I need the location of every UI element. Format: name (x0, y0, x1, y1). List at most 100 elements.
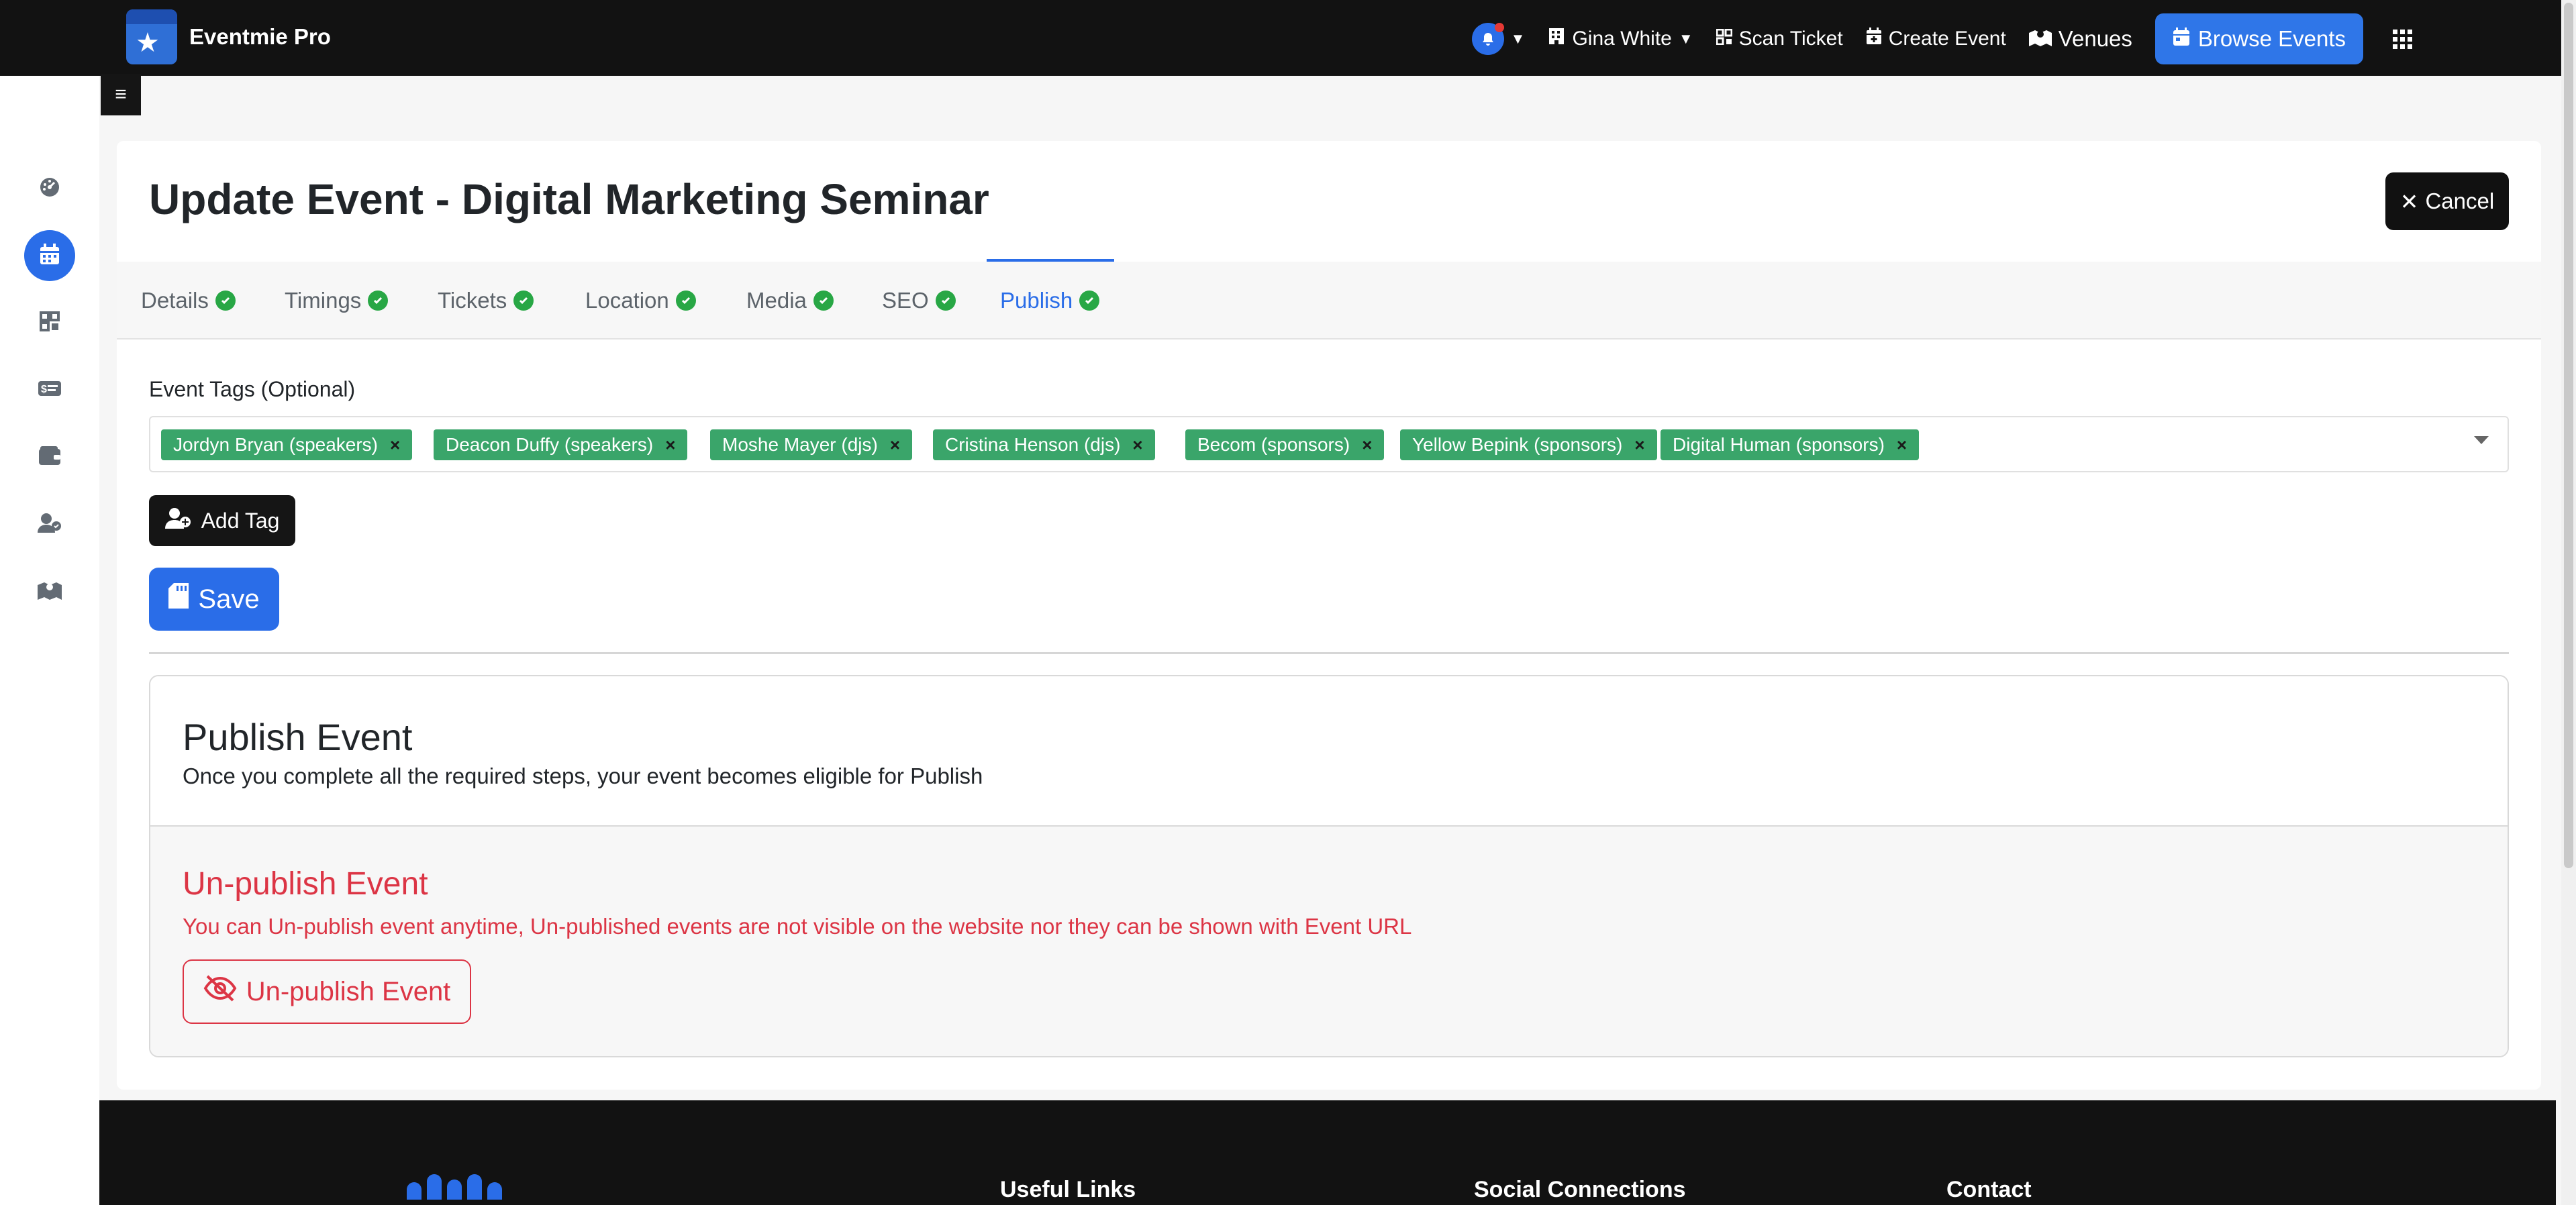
brand-name: Eventmie Pro (189, 24, 331, 49)
unpublish-title: Un-publish Event (183, 866, 428, 902)
building-icon (1548, 27, 1565, 51)
create-event-label: Create Event (1888, 28, 2006, 50)
sidebar-toggle-button[interactable]: ≡ (101, 74, 141, 115)
venues-label: Venues (2058, 26, 2132, 51)
sidebar-item-scan[interactable] (24, 297, 75, 348)
check-circle-icon (368, 291, 389, 311)
tag-chip: Digital Human (sponsors) × (1661, 429, 1920, 460)
page-title: Update Event - Digital Marketing Seminar (149, 175, 989, 223)
cancel-button[interactable]: ✕ Cancel (2385, 172, 2509, 230)
chevron-down-icon: ▼ (1678, 30, 1693, 47)
brand[interactable]: ★ Eventmie Pro (126, 9, 331, 64)
footer-logo-icon (407, 1174, 502, 1200)
divider (149, 652, 2509, 654)
remove-tag-icon[interactable]: × (1634, 435, 1644, 456)
remove-tag-icon[interactable]: × (1362, 435, 1372, 456)
tab-timings[interactable]: Timings (285, 262, 389, 339)
user-menu[interactable]: Gina White ▼ (1548, 27, 1693, 51)
tab-label: Media (746, 288, 807, 313)
sidebar-item-events[interactable] (24, 230, 75, 281)
tab-seo[interactable]: SEO (882, 262, 956, 339)
create-event-link[interactable]: Create Event (1866, 28, 2006, 50)
chevron-down-icon[interactable] (2474, 436, 2489, 444)
tag-chip: Yellow Bepink (sponsors) × (1400, 429, 1657, 460)
qr-code-icon (1716, 28, 1733, 50)
notifications-menu[interactable]: ▼ (1471, 23, 1526, 55)
chevron-down-icon: ▼ (1510, 30, 1526, 47)
sidebar-item-dashboard[interactable] (24, 163, 75, 214)
scan-ticket-label: Scan Ticket (1738, 28, 1843, 50)
sd-card-icon (168, 583, 189, 615)
tab-tickets[interactable]: Tickets (438, 262, 534, 339)
calendar-icon (2173, 26, 2190, 52)
venues-link[interactable]: Venues (2028, 26, 2132, 52)
calendar-icon (40, 243, 60, 268)
tag-chip: Deacon Duffy (speakers) × (434, 429, 688, 460)
tab-label: Timings (285, 288, 362, 313)
footer: Useful Links Social Connections Contact (99, 1100, 2556, 1205)
remove-tag-icon[interactable]: × (890, 435, 900, 456)
top-navbar: ★ Eventmie Pro ▼ Gina White ▼ Scan Ticke… (0, 0, 2561, 76)
footer-useful-links-heading: Useful Links (1000, 1177, 1136, 1202)
sidebar-item-tickets[interactable]: $ (24, 364, 75, 415)
tab-label: Publish (1000, 288, 1073, 313)
user-plus-icon (164, 507, 192, 534)
remove-tag-icon[interactable]: × (1897, 435, 1907, 456)
tags-label: Event Tags (Optional) (149, 377, 356, 401)
notification-dot (1494, 23, 1504, 32)
sidebar-item-venues[interactable] (24, 566, 75, 617)
tab-publish[interactable]: Publish (986, 259, 1115, 339)
close-icon: ✕ (2399, 189, 2419, 214)
dashboard-icon (39, 176, 60, 201)
add-tag-button[interactable]: Add Tag (149, 495, 295, 546)
tab-label: SEO (882, 288, 929, 313)
scan-ticket-link[interactable]: Scan Ticket (1716, 28, 1843, 50)
check-circle-icon (675, 291, 696, 311)
svg-text:$: $ (41, 384, 47, 395)
remove-tag-icon[interactable]: × (390, 435, 400, 456)
sidebar-item-users[interactable] (24, 499, 75, 549)
scrollbar-thumb[interactable] (2564, 3, 2573, 868)
brand-logo-icon: ★ (126, 9, 177, 64)
browse-events-button[interactable]: Browse Events (2154, 13, 2363, 64)
unpublish-description: You can Un-publish event anytime, Un-pub… (183, 914, 1412, 939)
map-marked-icon (2028, 26, 2052, 52)
unpublish-label: Un-publish Event (246, 976, 451, 1006)
users-icon (38, 513, 62, 536)
tab-label: Location (585, 288, 669, 313)
tags-select[interactable]: Jordyn Bryan (speakers) × Deacon Duffy (s… (149, 416, 2509, 472)
remove-tag-icon[interactable]: × (1132, 435, 1142, 456)
sidebar-item-wallet[interactable] (24, 431, 75, 482)
check-circle-icon (215, 291, 236, 311)
tab-location[interactable]: Location (585, 262, 696, 339)
tag-chip: Moshe Mayer (djs) × (710, 429, 913, 460)
calendar-plus-icon (1866, 28, 1882, 50)
footer-social-heading: Social Connections (1474, 1177, 1686, 1202)
hamburger-icon: ≡ (115, 83, 127, 105)
remove-tag-icon[interactable]: × (665, 435, 675, 456)
qr-code-icon (40, 311, 60, 335)
check-circle-icon (935, 291, 956, 311)
tab-media[interactable]: Media (746, 262, 834, 339)
browse-events-label: Browse Events (2197, 26, 2346, 51)
tab-label: Tickets (438, 288, 507, 313)
page-scrollbar[interactable] (2561, 0, 2576, 1205)
save-label: Save (198, 584, 260, 614)
map-icon (38, 580, 62, 603)
nav-right: ▼ Gina White ▼ Scan Ticket Create Event (1471, 13, 2412, 64)
save-button[interactable]: Save (149, 568, 279, 631)
ticket-icon: $ (38, 380, 61, 401)
bell-icon (1471, 23, 1504, 55)
tag-chip: Jordyn Bryan (speakers) × (161, 429, 413, 460)
event-tabs: Details Timings Tickets Location Media S… (117, 259, 2541, 339)
publish-panel: Publish Event Once you complete all the … (149, 675, 2509, 1057)
wallet-icon (39, 446, 60, 468)
apps-grid-icon[interactable] (2393, 29, 2412, 49)
check-circle-icon (813, 291, 834, 311)
unpublish-button[interactable]: Un-publish Event (183, 959, 471, 1024)
tag-chip: Becom (sponsors) × (1185, 429, 1385, 460)
cancel-label: Cancel (2425, 189, 2495, 213)
check-circle-icon (1079, 291, 1100, 311)
tag-chip: Cristina Henson (djs) × (933, 429, 1155, 460)
tab-details[interactable]: Details (141, 262, 236, 339)
